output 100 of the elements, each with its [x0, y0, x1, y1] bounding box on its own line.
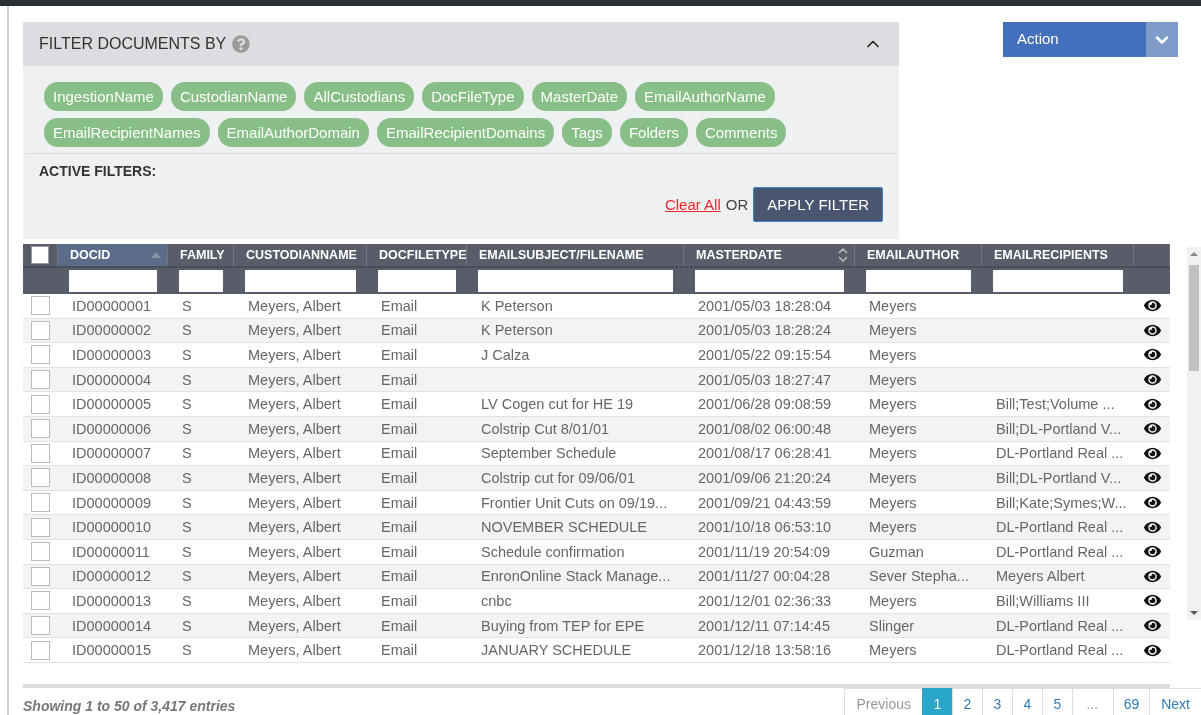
table-cell: ID00000008: [72, 469, 151, 486]
row-checkbox[interactable]: [31, 296, 50, 316]
column-filter-field[interactable]: [179, 270, 223, 292]
column-filter-field[interactable]: [245, 270, 356, 292]
row-checkbox[interactable]: [31, 443, 50, 463]
table-cell: ID00000009: [72, 494, 151, 511]
table-cell: 2001/05/03 18:27:47: [698, 371, 832, 388]
row-checkbox[interactable]: [31, 542, 50, 562]
table-cell: Bill;Kate;Symes;W...: [996, 494, 1127, 511]
entries-summary: Showing 1 to 50 of 3,417 entries: [23, 698, 236, 714]
table-cell: Frontier Unit Cuts on 09/19...: [481, 494, 668, 511]
table-cell: Meyers: [869, 297, 917, 314]
row-checkbox[interactable]: [31, 616, 50, 635]
row-checkbox[interactable]: [31, 517, 50, 537]
table-cell: S: [182, 617, 192, 634]
table-cell: cnbc: [481, 592, 512, 609]
row-checkbox[interactable]: [31, 394, 50, 414]
page-button[interactable]: 2: [951, 688, 983, 715]
table-cell: Slinger: [869, 617, 915, 634]
table-cell: S: [182, 420, 192, 437]
table-cell: K Peterson: [481, 297, 553, 314]
table-cell: 2001/05/22 09:15:54: [698, 347, 832, 363]
sort-icon[interactable]: [838, 248, 848, 262]
table-cell: Email: [381, 420, 418, 437]
or-text: OR: [725, 196, 749, 213]
table-cell: S: [182, 445, 192, 462]
table-cell: Sever Stepha...: [869, 568, 969, 585]
table-cell: Meyers: [869, 371, 917, 388]
page-button[interactable]: 1: [921, 688, 953, 715]
row-checkbox[interactable]: [31, 345, 50, 365]
row-checkbox[interactable]: [31, 493, 50, 513]
sort-ascending-icon[interactable]: [151, 252, 161, 258]
table-cell: Email: [381, 347, 418, 363]
table-cell: Meyers, Albert: [248, 617, 341, 634]
table-cell: Email: [381, 297, 418, 314]
table-cell: S: [182, 297, 192, 314]
table-cell: Meyers, Albert: [248, 642, 341, 659]
table-cell: Meyers, Albert: [248, 322, 341, 339]
row-checkbox[interactable]: [31, 370, 50, 390]
row-checkbox[interactable]: [31, 640, 50, 660]
table-cell: Email: [381, 322, 418, 339]
table-cell: Meyers, Albert: [248, 396, 341, 413]
column-filter-field[interactable]: [478, 270, 673, 292]
clear-all-link[interactable]: Clear All: [664, 196, 721, 213]
action-dropdown[interactable]: Action: [1003, 22, 1178, 57]
active-filters-label: ACTIVE FILTERS:: [39, 163, 158, 179]
select-all-checkbox[interactable]: [31, 246, 49, 264]
table-cell: ID00000013: [72, 592, 151, 609]
row-checkbox[interactable]: [31, 468, 50, 488]
table-cell: DL-Portland Real ...: [996, 445, 1124, 462]
table-cell: September Schedule: [481, 445, 617, 462]
table-cell: Email: [381, 396, 418, 413]
table-cell: S: [182, 396, 192, 413]
table-cell: Meyers, Albert: [248, 445, 341, 462]
table-cell: ID00000014: [72, 617, 151, 634]
column-header[interactable]: DOCID: [58, 244, 168, 266]
table-cell: Email: [381, 543, 418, 560]
table-cell: Colstrip cut for 09/06/01: [481, 469, 635, 486]
table-cell: Buying from TEP for EPE: [481, 617, 645, 634]
table-cell: Meyers Albert: [996, 568, 1085, 585]
table-cell: Meyers: [869, 322, 917, 339]
table-cell: DL-Portland Real ...: [996, 642, 1124, 659]
table-cell: Meyers: [869, 642, 917, 659]
table-cell: Email: [381, 519, 418, 536]
column-filter-field[interactable]: [866, 270, 971, 292]
table-cell: S: [182, 322, 192, 339]
table-cell: 2001/11/27 00:04:28: [698, 568, 830, 585]
table-cell: Bill;Williams III: [996, 592, 1090, 609]
table-cell: Meyers: [869, 519, 917, 536]
table-cell: Bill;DL-Portland V...: [996, 469, 1122, 486]
table-cell: Meyers, Albert: [248, 347, 341, 363]
column-filter-field[interactable]: [378, 270, 456, 292]
row-checkbox[interactable]: [31, 419, 50, 439]
table-cell: Email: [381, 568, 418, 585]
column-filter-field[interactable]: [993, 270, 1123, 292]
table-cell: S: [182, 592, 192, 609]
row-checkbox[interactable]: [31, 591, 50, 611]
table-cell: J Calza: [481, 347, 530, 363]
table-cell: 2001/12/18 13:58:16: [698, 642, 832, 659]
table-cell: LV Cogen cut for HE 19: [481, 396, 634, 413]
column-filter-field[interactable]: [69, 270, 157, 292]
help-icon[interactable]: [232, 35, 251, 53]
column-filter-field[interactable]: [695, 270, 844, 292]
table-cell: 2001/09/06 21:20:24: [698, 469, 832, 486]
table-cell: Meyers: [869, 494, 917, 511]
row-checkbox[interactable]: [31, 566, 50, 586]
scrollbar[interactable]: [1187, 247, 1201, 620]
table-cell: Meyers, Albert: [248, 494, 341, 511]
view-icon[interactable]: [1143, 617, 1161, 634]
table-cell: ID00000015: [72, 642, 151, 659]
table-cell: EnronOnline Stack Manage...: [481, 568, 671, 585]
row-checkbox[interactable]: [31, 320, 50, 340]
apply-filter-button[interactable]: APPLY FILTER: [753, 187, 883, 222]
table-cell: Meyers, Albert: [248, 519, 341, 536]
table-cell: Email: [381, 469, 418, 486]
table-cell: 2001/08/17 06:28:41: [698, 445, 832, 462]
table-cell: Email: [381, 371, 418, 388]
table-cell: Meyers, Albert: [248, 469, 341, 486]
table-cell: Email: [381, 445, 418, 462]
table-cell: 2001/12/11 07:14:45: [698, 617, 830, 634]
